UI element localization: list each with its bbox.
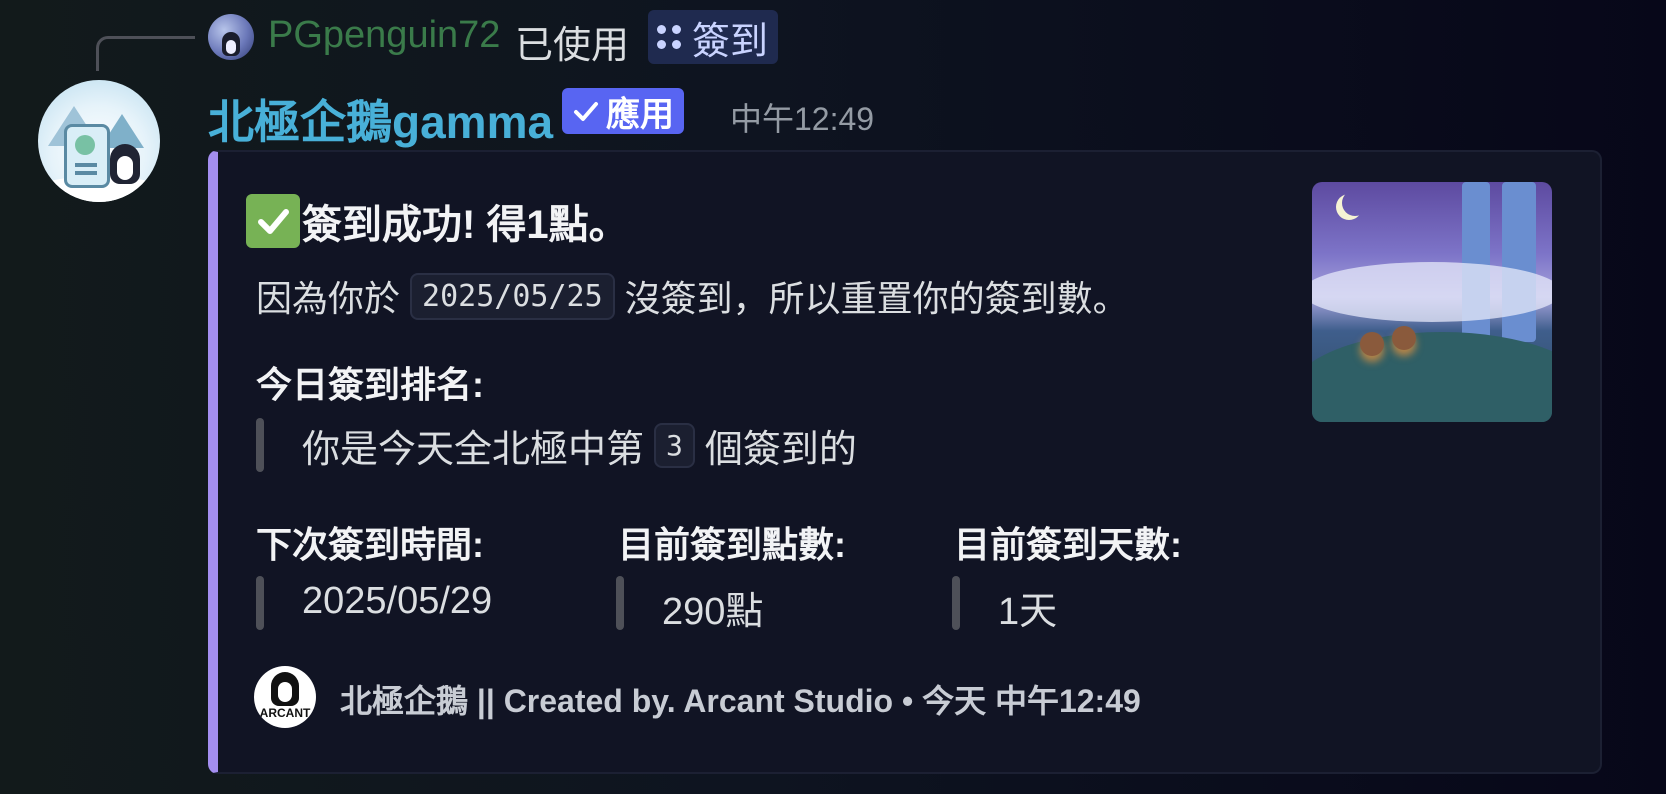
- reply-action-text: 已使用: [515, 25, 630, 67]
- next-checkin-field-value: 2025/05/29: [302, 580, 493, 622]
- white-check-mark-emoji: [246, 194, 300, 248]
- app-badge-label: 應用: [606, 95, 674, 134]
- rank-field-value: 你是今天全北極中第 3 個簽到的: [302, 418, 857, 473]
- message-timestamp[interactable]: 中午12:49: [730, 94, 874, 140]
- days-field-value: 1天: [998, 591, 1058, 633]
- days-field-name: 目前簽到天數:: [954, 524, 1182, 565]
- rank-suffix: 個簽到的: [704, 429, 857, 471]
- embed-description: 因為你於 2025/05/25 沒簽到，所以重置你的簽到數。: [256, 270, 1129, 322]
- description-prefix: 因為你於: [256, 278, 401, 319]
- rank-number-code: 3: [654, 423, 695, 468]
- reply-username[interactable]: PGpenguin72: [268, 14, 500, 57]
- embed-title-text: 簽到成功! 得1點。: [302, 203, 629, 247]
- rank-prefix: 你是今天全北極中第: [302, 429, 645, 471]
- reply-user-avatar[interactable]: [208, 14, 254, 60]
- bot-avatar[interactable]: [38, 80, 160, 202]
- checkmark-icon: [574, 102, 598, 121]
- description-suffix: 沒簽到，所以重置你的簽到數。: [624, 278, 1129, 319]
- points-blockquote-bar: [616, 576, 624, 630]
- embed-footer-text: 北極企鵝 || Created by. Arcant Studio • 今天 中…: [340, 683, 1141, 719]
- slash-command-chip[interactable]: 簽到: [648, 10, 779, 64]
- embed-title: 簽到成功! 得1點。: [246, 192, 629, 250]
- rank-field-name: 今日簽到排名:: [256, 364, 484, 405]
- thumbnail-image[interactable]: [1312, 182, 1552, 422]
- slash-command-icon: [656, 24, 682, 50]
- next-checkin-field-name: 下次簽到時間:: [256, 524, 484, 565]
- arcant-studio-logo-icon: ARCANT: [254, 666, 316, 728]
- next-checkin-blockquote-bar: [256, 576, 264, 630]
- days-blockquote-bar: [952, 576, 960, 630]
- points-field-name: 目前簽到點數:: [618, 524, 846, 565]
- reply-connector-line: [96, 36, 195, 71]
- app-badge: 應用: [562, 88, 684, 134]
- rank-blockquote-bar: [256, 418, 264, 472]
- description-date-code: 2025/05/25: [410, 272, 615, 320]
- command-name: 簽到: [692, 20, 769, 63]
- points-field-value: 290點: [662, 591, 764, 633]
- footer-icon-text: ARCANT: [259, 706, 311, 720]
- bot-username[interactable]: 北極企鵝gamma: [208, 86, 553, 152]
